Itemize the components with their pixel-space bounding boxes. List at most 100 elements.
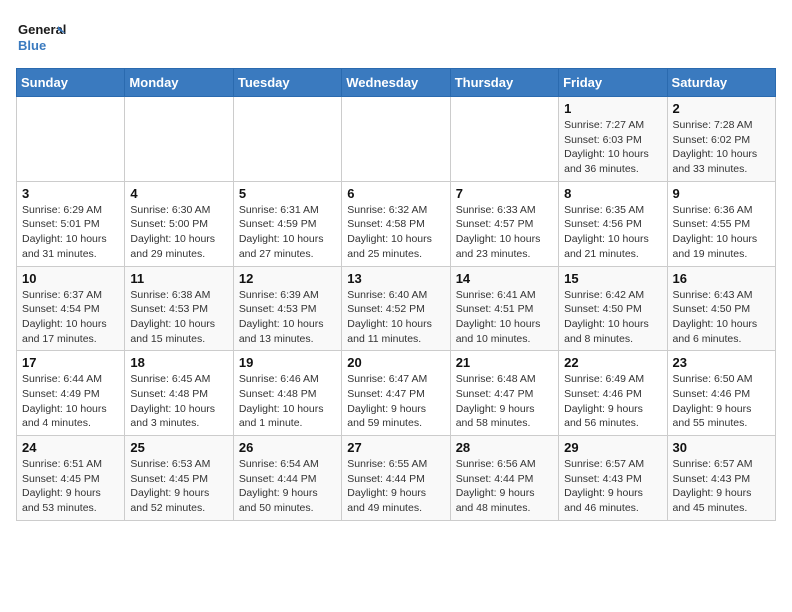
day-cell: 22 Sunrise: 6:49 AM Sunset: 4:46 PM Dayli… xyxy=(559,351,667,436)
week-row-0: 1 Sunrise: 7:27 AM Sunset: 6:03 PM Daylig… xyxy=(17,97,776,182)
day-info: Sunrise: 6:57 AM Sunset: 4:43 PM Dayligh… xyxy=(564,457,661,516)
header: General Blue xyxy=(16,16,776,56)
day-info: Sunrise: 6:32 AM Sunset: 4:58 PM Dayligh… xyxy=(347,203,444,262)
day-info: Sunrise: 6:38 AM Sunset: 4:53 PM Dayligh… xyxy=(130,288,227,347)
day-cell: 3 Sunrise: 6:29 AM Sunset: 5:01 PM Daylig… xyxy=(17,181,125,266)
day-info: Sunrise: 6:31 AM Sunset: 4:59 PM Dayligh… xyxy=(239,203,336,262)
day-number: 25 xyxy=(130,440,227,455)
day-info: Sunrise: 6:54 AM Sunset: 4:44 PM Dayligh… xyxy=(239,457,336,516)
day-info: Sunrise: 6:55 AM Sunset: 4:44 PM Dayligh… xyxy=(347,457,444,516)
day-cell: 10 Sunrise: 6:37 AM Sunset: 4:54 PM Dayli… xyxy=(17,266,125,351)
day-cell: 1 Sunrise: 7:27 AM Sunset: 6:03 PM Daylig… xyxy=(559,97,667,182)
day-cell: 27 Sunrise: 6:55 AM Sunset: 4:44 PM Dayli… xyxy=(342,436,450,521)
day-number: 5 xyxy=(239,186,336,201)
day-info: Sunrise: 6:37 AM Sunset: 4:54 PM Dayligh… xyxy=(22,288,119,347)
day-cell: 20 Sunrise: 6:47 AM Sunset: 4:47 PM Dayli… xyxy=(342,351,450,436)
day-cell: 4 Sunrise: 6:30 AM Sunset: 5:00 PM Daylig… xyxy=(125,181,233,266)
week-row-4: 24 Sunrise: 6:51 AM Sunset: 4:45 PM Dayli… xyxy=(17,436,776,521)
day-cell: 23 Sunrise: 6:50 AM Sunset: 4:46 PM Dayli… xyxy=(667,351,775,436)
day-info: Sunrise: 6:57 AM Sunset: 4:43 PM Dayligh… xyxy=(673,457,770,516)
logo: General Blue xyxy=(16,16,66,56)
svg-text:Blue: Blue xyxy=(18,38,46,53)
day-number: 12 xyxy=(239,271,336,286)
day-cell: 9 Sunrise: 6:36 AM Sunset: 4:55 PM Daylig… xyxy=(667,181,775,266)
day-cell: 25 Sunrise: 6:53 AM Sunset: 4:45 PM Dayli… xyxy=(125,436,233,521)
day-info: Sunrise: 6:42 AM Sunset: 4:50 PM Dayligh… xyxy=(564,288,661,347)
day-cell xyxy=(450,97,558,182)
day-number: 6 xyxy=(347,186,444,201)
day-cell: 6 Sunrise: 6:32 AM Sunset: 4:58 PM Daylig… xyxy=(342,181,450,266)
day-number: 26 xyxy=(239,440,336,455)
day-info: Sunrise: 6:53 AM Sunset: 4:45 PM Dayligh… xyxy=(130,457,227,516)
day-cell: 18 Sunrise: 6:45 AM Sunset: 4:48 PM Dayli… xyxy=(125,351,233,436)
day-cell: 5 Sunrise: 6:31 AM Sunset: 4:59 PM Daylig… xyxy=(233,181,341,266)
day-number: 29 xyxy=(564,440,661,455)
calendar-table: SundayMondayTuesdayWednesdayThursdayFrid… xyxy=(16,68,776,521)
day-cell: 21 Sunrise: 6:48 AM Sunset: 4:47 PM Dayli… xyxy=(450,351,558,436)
day-info: Sunrise: 6:29 AM Sunset: 5:01 PM Dayligh… xyxy=(22,203,119,262)
day-info: Sunrise: 6:56 AM Sunset: 4:44 PM Dayligh… xyxy=(456,457,553,516)
day-number: 2 xyxy=(673,101,770,116)
day-number: 22 xyxy=(564,355,661,370)
day-cell xyxy=(125,97,233,182)
day-info: Sunrise: 6:47 AM Sunset: 4:47 PM Dayligh… xyxy=(347,372,444,431)
day-info: Sunrise: 6:44 AM Sunset: 4:49 PM Dayligh… xyxy=(22,372,119,431)
day-info: Sunrise: 7:27 AM Sunset: 6:03 PM Dayligh… xyxy=(564,118,661,177)
day-number: 18 xyxy=(130,355,227,370)
day-info: Sunrise: 6:36 AM Sunset: 4:55 PM Dayligh… xyxy=(673,203,770,262)
week-row-3: 17 Sunrise: 6:44 AM Sunset: 4:49 PM Dayli… xyxy=(17,351,776,436)
day-cell: 14Sunrise: 6:41 AM Sunset: 4:51 PM Dayli… xyxy=(450,266,558,351)
header-thursday: Thursday xyxy=(450,69,558,97)
day-number: 20 xyxy=(347,355,444,370)
day-cell: 24 Sunrise: 6:51 AM Sunset: 4:45 PM Dayli… xyxy=(17,436,125,521)
day-info: Sunrise: 6:49 AM Sunset: 4:46 PM Dayligh… xyxy=(564,372,661,431)
day-info: Sunrise: 6:41 AM Sunset: 4:51 PM Dayligh… xyxy=(456,288,553,347)
day-number: 1 xyxy=(564,101,661,116)
day-cell: 15Sunrise: 6:42 AM Sunset: 4:50 PM Dayli… xyxy=(559,266,667,351)
logo-svg: General Blue xyxy=(16,16,66,56)
day-info: Sunrise: 6:33 AM Sunset: 4:57 PM Dayligh… xyxy=(456,203,553,262)
day-number: 9 xyxy=(673,186,770,201)
day-number: 21 xyxy=(456,355,553,370)
day-number: 28 xyxy=(456,440,553,455)
day-info: Sunrise: 6:35 AM Sunset: 4:56 PM Dayligh… xyxy=(564,203,661,262)
day-number: 4 xyxy=(130,186,227,201)
day-info: Sunrise: 7:28 AM Sunset: 6:02 PM Dayligh… xyxy=(673,118,770,177)
day-cell: 2 Sunrise: 7:28 AM Sunset: 6:02 PM Daylig… xyxy=(667,97,775,182)
day-number: 17 xyxy=(22,355,119,370)
header-friday: Friday xyxy=(559,69,667,97)
day-cell xyxy=(342,97,450,182)
week-row-1: 3 Sunrise: 6:29 AM Sunset: 5:01 PM Daylig… xyxy=(17,181,776,266)
day-number: 7 xyxy=(456,186,553,201)
day-number: 24 xyxy=(22,440,119,455)
day-info: Sunrise: 6:40 AM Sunset: 4:52 PM Dayligh… xyxy=(347,288,444,347)
header-sunday: Sunday xyxy=(17,69,125,97)
day-number: 3 xyxy=(22,186,119,201)
day-info: Sunrise: 6:30 AM Sunset: 5:00 PM Dayligh… xyxy=(130,203,227,262)
day-number: 16 xyxy=(673,271,770,286)
day-cell: 16 Sunrise: 6:43 AM Sunset: 4:50 PM Dayli… xyxy=(667,266,775,351)
header-wednesday: Wednesday xyxy=(342,69,450,97)
day-cell: 13Sunrise: 6:40 AM Sunset: 4:52 PM Dayli… xyxy=(342,266,450,351)
day-cell: 12Sunrise: 6:39 AM Sunset: 4:53 PM Dayli… xyxy=(233,266,341,351)
day-cell: 29 Sunrise: 6:57 AM Sunset: 4:43 PM Dayli… xyxy=(559,436,667,521)
day-info: Sunrise: 6:51 AM Sunset: 4:45 PM Dayligh… xyxy=(22,457,119,516)
day-number: 8 xyxy=(564,186,661,201)
day-cell: 26 Sunrise: 6:54 AM Sunset: 4:44 PM Dayli… xyxy=(233,436,341,521)
day-number: 10 xyxy=(22,271,119,286)
day-info: Sunrise: 6:50 AM Sunset: 4:46 PM Dayligh… xyxy=(673,372,770,431)
day-info: Sunrise: 6:46 AM Sunset: 4:48 PM Dayligh… xyxy=(239,372,336,431)
day-number: 30 xyxy=(673,440,770,455)
day-cell xyxy=(17,97,125,182)
day-number: 11 xyxy=(130,271,227,286)
calendar-header-row: SundayMondayTuesdayWednesdayThursdayFrid… xyxy=(17,69,776,97)
day-info: Sunrise: 6:48 AM Sunset: 4:47 PM Dayligh… xyxy=(456,372,553,431)
day-info: Sunrise: 6:43 AM Sunset: 4:50 PM Dayligh… xyxy=(673,288,770,347)
day-cell: 11 Sunrise: 6:38 AM Sunset: 4:53 PM Dayli… xyxy=(125,266,233,351)
day-number: 23 xyxy=(673,355,770,370)
day-cell: 30 Sunrise: 6:57 AM Sunset: 4:43 PM Dayli… xyxy=(667,436,775,521)
day-number: 27 xyxy=(347,440,444,455)
day-cell: 17 Sunrise: 6:44 AM Sunset: 4:49 PM Dayli… xyxy=(17,351,125,436)
day-cell xyxy=(233,97,341,182)
day-info: Sunrise: 6:45 AM Sunset: 4:48 PM Dayligh… xyxy=(130,372,227,431)
